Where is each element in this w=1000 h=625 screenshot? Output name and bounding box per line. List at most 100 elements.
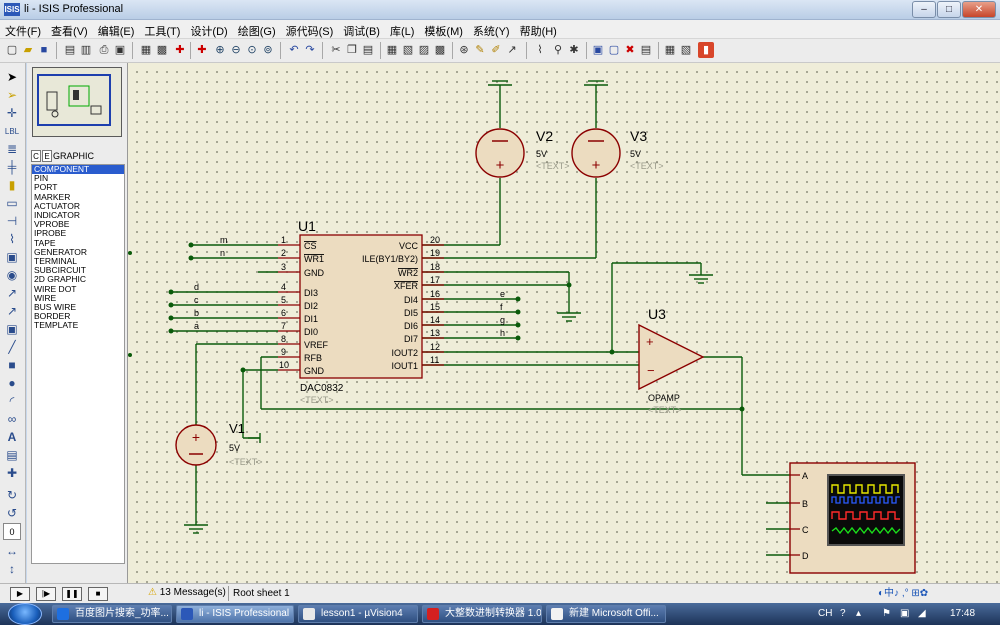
export-icon[interactable]: ▥ [78,42,94,58]
print-area-icon[interactable]: ▣ [112,42,128,58]
volume-icon[interactable]: ◢ [918,603,926,625]
menu-library[interactable]: 库(L) [385,20,419,39]
symbol-tool-icon[interactable]: ▤ [3,447,21,464]
terminal-dot[interactable] [188,242,194,248]
pause-button[interactable]: ❚❚ [62,587,82,601]
flag-icon[interactable]: ⚑ [882,603,891,625]
block-delete-icon[interactable]: ▩ [432,42,448,58]
junction-dot[interactable] [609,349,615,355]
ime-toolbar[interactable]: ◐中♪ ,° ⊞✿ [878,586,996,602]
arc-tool-icon[interactable]: ◜ [3,393,21,410]
marker-tool-icon[interactable]: ✚ [3,465,21,482]
path-tool-icon[interactable]: ∞ [3,411,21,428]
terminal-dot[interactable] [168,328,174,334]
terminal-dot[interactable] [168,289,174,295]
bus-icon[interactable]: ╪ [3,159,21,176]
terminal-dot[interactable] [515,322,521,328]
make-device-icon[interactable]: ✎ [472,42,488,58]
components-tab[interactable]: C [31,150,41,162]
menu-file[interactable]: 文件(F) [0,20,46,39]
property-tool-icon[interactable]: ✱ [566,42,582,58]
tray-expand-icon[interactable]: ▴ [856,603,861,625]
taskbar-item-office[interactable]: 新建 Microsoft Offi... [546,605,666,623]
search-icon[interactable]: ⚲ [550,42,566,58]
subcircuit-icon[interactable]: ▮ [3,177,21,194]
new-sheet-icon[interactable]: ▣ [590,42,606,58]
dac0832-chip[interactable]: U1 DAC0832 <TEXT> [278,218,444,405]
ares-icon[interactable]: ▮ [698,42,714,58]
block-move-icon[interactable]: ▧ [400,42,416,58]
play-button[interactable]: ▶ [10,587,30,601]
line-tool-icon[interactable]: ╱ [3,339,21,356]
virtual-instrument-icon[interactable]: ▣ [3,321,21,338]
wire-autorouter-icon[interactable]: ⌇ [532,42,548,58]
rotate-cw-icon[interactable]: ↻ [3,487,21,504]
cut-icon[interactable]: ✂ [328,42,344,58]
redo-icon[interactable]: ↷ [302,42,318,58]
copy-icon[interactable]: ❐ [344,42,360,58]
terminal-dot[interactable] [515,309,521,315]
voltage-source-v2[interactable]: + V2 5V <TEXT> [475,128,570,178]
menu-template[interactable]: 模板(M) [419,20,468,39]
zoom-out-icon[interactable]: ⊖ [228,42,244,58]
menu-view[interactable]: 查看(V) [46,20,93,39]
pan-icon[interactable]: ✚ [194,42,210,58]
junction-dot[interactable] [739,406,745,412]
step-button[interactable]: |▶ [36,587,56,601]
generator-icon[interactable]: ◉ [3,267,21,284]
component-mode-icon[interactable]: ➢ [3,87,21,104]
block-rotate-icon[interactable]: ▨ [416,42,432,58]
overview-viewport[interactable] [37,74,111,126]
remove-sheet-icon[interactable]: ▢ [606,42,622,58]
block-copy-icon[interactable]: ▦ [384,42,400,58]
taskbar-item-converter[interactable]: 大整数进制转换器 1.0 [422,605,542,623]
terminal-dot[interactable] [168,302,174,308]
taskbar-item-isis[interactable]: li - ISIS Professional [176,605,294,623]
clock[interactable]: 17:48 [950,603,975,625]
maximize-button[interactable]: □ [937,1,961,18]
decompose-icon[interactable]: ↗ [504,42,520,58]
junction-dot[interactable] [240,367,246,373]
graphic-styles-list[interactable]: COMPONENT PIN PORT MARKER ACTUATOR INDIC… [31,164,125,564]
box-tool-icon[interactable]: ■ [3,357,21,374]
terminal-dot[interactable] [515,335,521,341]
menu-system[interactable]: 系统(Y) [468,20,515,39]
import-icon[interactable]: ▤ [62,42,78,58]
electrical-check-icon[interactable]: ▦ [662,42,678,58]
refresh-icon[interactable]: ▦ [138,42,154,58]
current-probe-icon[interactable]: ↗ [3,303,21,320]
terminal-dot[interactable] [188,255,194,261]
menu-graph[interactable]: 绘图(G) [233,20,281,39]
taskbar-item-uvision[interactable]: lesson1 - µVision4 [298,605,418,623]
wire-label-icon[interactable]: LBL [3,123,21,140]
tape-recorder-icon[interactable]: ▣ [3,249,21,266]
rotation-angle-input[interactable]: 0 [3,523,21,540]
undo-icon[interactable]: ↶ [286,42,302,58]
oscilloscope[interactable]: A B C D [789,462,916,574]
menu-debug[interactable]: 调试(B) [338,20,385,39]
terminal-dot[interactable] [168,315,174,321]
new-file-icon[interactable]: ▢ [4,42,20,58]
paste-icon[interactable]: ▤ [360,42,376,58]
menu-design[interactable]: 设计(D) [185,20,232,39]
junction-dot[interactable] [566,282,572,288]
taskbar-item-baidu[interactable]: 百度图片搜索_功率... [52,605,172,623]
menu-tools[interactable]: 工具(T) [139,20,185,39]
junction-dot-icon[interactable]: ✛ [3,105,21,122]
mirror-x-icon[interactable]: ↔ [3,543,21,560]
bill-of-materials-icon[interactable]: ▤ [638,42,654,58]
rotate-ccw-icon[interactable]: ↺ [3,505,21,522]
edit-tab[interactable]: E [42,150,52,162]
zoom-all-icon[interactable]: ⊙ [244,42,260,58]
pin-icon[interactable]: ⊣ [3,213,21,230]
voltage-source-v3[interactable]: + V3 5V <TEXT> [571,128,664,178]
zoom-area-icon[interactable]: ⊚ [260,42,276,58]
mirror-y-icon[interactable]: ↕ [3,561,21,578]
schematic-canvas[interactable]: m n d c b a e f g h U1 DAC0832 <TEXT> 1 … [127,63,1000,583]
stop-button[interactable]: ■ [88,587,108,601]
opamp-u3[interactable]: U3 + − OPAMP <TEXT> [638,306,705,415]
network-icon[interactable]: ▣ [900,603,909,625]
exit-to-parent-icon[interactable]: ✖ [622,42,638,58]
print-icon[interactable]: ⎙ [96,42,112,58]
menu-edit[interactable]: 编辑(E) [93,20,140,39]
